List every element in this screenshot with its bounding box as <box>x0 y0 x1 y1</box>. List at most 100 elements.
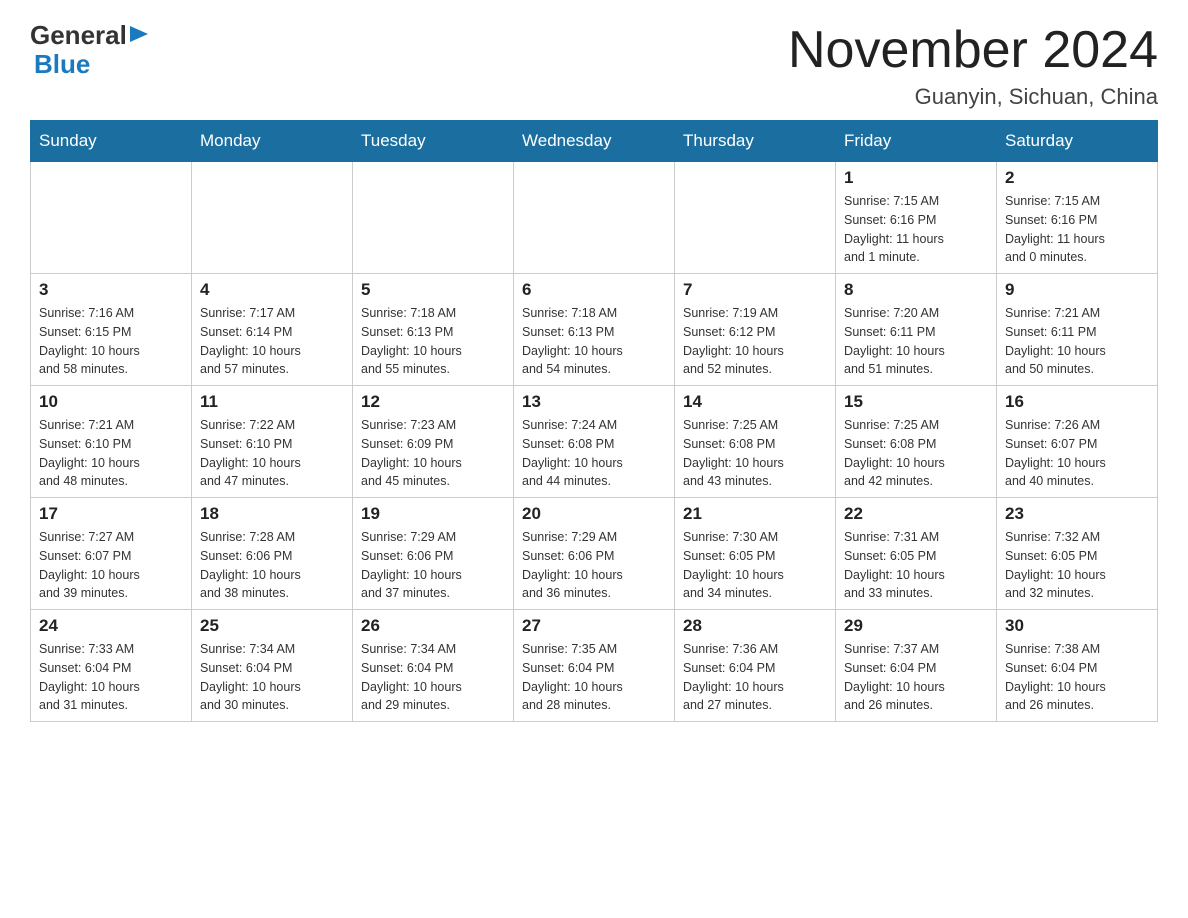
day-header-thursday: Thursday <box>675 121 836 162</box>
calendar-cell: 10Sunrise: 7:21 AM Sunset: 6:10 PM Dayli… <box>31 386 192 498</box>
location-subtitle: Guanyin, Sichuan, China <box>788 84 1158 110</box>
calendar-cell: 22 Sunrise: 7:31 AM Sunset: 6:05 PM Dayli… <box>836 498 997 610</box>
day-info: Sunrise: 7:25 AM Sunset: 6:08 PM Dayligh… <box>844 416 988 491</box>
day-number: 19 <box>361 504 505 524</box>
calendar-cell: 13 Sunrise: 7:24 AM Sunset: 6:08 PM Dayli… <box>514 386 675 498</box>
day-info: Sunrise: 7:36 AM Sunset: 6:04 PM Dayligh… <box>683 640 827 715</box>
day-info: Sunrise: 7:16 AM Sunset: 6:15 PM Dayligh… <box>39 304 183 379</box>
calendar-cell <box>192 162 353 274</box>
calendar-cell <box>675 162 836 274</box>
day-number: 24 <box>39 616 183 636</box>
day-number: 3 <box>39 280 183 300</box>
day-number: 30 <box>1005 616 1149 636</box>
calendar-cell: 20 Sunrise: 7:29 AM Sunset: 6:06 PM Dayli… <box>514 498 675 610</box>
calendar-cell: 4Sunrise: 7:17 AM Sunset: 6:14 PM Daylig… <box>192 274 353 386</box>
calendar-cell: 9 Sunrise: 7:21 AM Sunset: 6:11 PM Daylig… <box>997 274 1158 386</box>
day-info: Sunrise: 7:26 AM Sunset: 6:07 PM Dayligh… <box>1005 416 1149 491</box>
calendar-cell: 28 Sunrise: 7:36 AM Sunset: 6:04 PM Dayli… <box>675 610 836 722</box>
day-info: Sunrise: 7:18 AM Sunset: 6:13 PM Dayligh… <box>522 304 666 379</box>
day-info: Sunrise: 7:23 AM Sunset: 6:09 PM Dayligh… <box>361 416 505 491</box>
day-info: Sunrise: 7:35 AM Sunset: 6:04 PM Dayligh… <box>522 640 666 715</box>
day-header-tuesday: Tuesday <box>353 121 514 162</box>
calendar-cell: 21 Sunrise: 7:30 AM Sunset: 6:05 PM Dayli… <box>675 498 836 610</box>
week-row-4: 17 Sunrise: 7:27 AM Sunset: 6:07 PM Dayli… <box>31 498 1158 610</box>
day-info: Sunrise: 7:31 AM Sunset: 6:05 PM Dayligh… <box>844 528 988 603</box>
day-info: Sunrise: 7:15 AM Sunset: 6:16 PM Dayligh… <box>844 192 988 267</box>
logo-line2: Blue <box>30 49 90 80</box>
calendar-cell: 23 Sunrise: 7:32 AM Sunset: 6:05 PM Dayli… <box>997 498 1158 610</box>
week-row-1: 1Sunrise: 7:15 AM Sunset: 6:16 PM Daylig… <box>31 162 1158 274</box>
calendar-cell: 1Sunrise: 7:15 AM Sunset: 6:16 PM Daylig… <box>836 162 997 274</box>
day-info: Sunrise: 7:22 AM Sunset: 6:10 PM Dayligh… <box>200 416 344 491</box>
page-header: General Blue November 2024 Guanyin, Sich… <box>30 20 1158 110</box>
day-number: 28 <box>683 616 827 636</box>
day-number: 8 <box>844 280 988 300</box>
calendar-cell: 3 Sunrise: 7:16 AM Sunset: 6:15 PM Daylig… <box>31 274 192 386</box>
day-info: Sunrise: 7:29 AM Sunset: 6:06 PM Dayligh… <box>522 528 666 603</box>
day-number: 2 <box>1005 168 1149 188</box>
calendar-cell: 29Sunrise: 7:37 AM Sunset: 6:04 PM Dayli… <box>836 610 997 722</box>
day-header-saturday: Saturday <box>997 121 1158 162</box>
day-number: 11 <box>200 392 344 412</box>
day-info: Sunrise: 7:34 AM Sunset: 6:04 PM Dayligh… <box>200 640 344 715</box>
day-number: 16 <box>1005 392 1149 412</box>
day-info: Sunrise: 7:20 AM Sunset: 6:11 PM Dayligh… <box>844 304 988 379</box>
day-info: Sunrise: 7:32 AM Sunset: 6:05 PM Dayligh… <box>1005 528 1149 603</box>
calendar-cell <box>514 162 675 274</box>
day-info: Sunrise: 7:25 AM Sunset: 6:08 PM Dayligh… <box>683 416 827 491</box>
day-number: 27 <box>522 616 666 636</box>
day-number: 18 <box>200 504 344 524</box>
day-number: 17 <box>39 504 183 524</box>
day-number: 21 <box>683 504 827 524</box>
week-row-2: 3 Sunrise: 7:16 AM Sunset: 6:15 PM Daylig… <box>31 274 1158 386</box>
calendar-cell: 2Sunrise: 7:15 AM Sunset: 6:16 PM Daylig… <box>997 162 1158 274</box>
day-number: 26 <box>361 616 505 636</box>
day-info: Sunrise: 7:21 AM Sunset: 6:11 PM Dayligh… <box>1005 304 1149 379</box>
day-number: 20 <box>522 504 666 524</box>
calendar-cell: 27 Sunrise: 7:35 AM Sunset: 6:04 PM Dayli… <box>514 610 675 722</box>
day-info: Sunrise: 7:30 AM Sunset: 6:05 PM Dayligh… <box>683 528 827 603</box>
calendar-cell: 24Sunrise: 7:33 AM Sunset: 6:04 PM Dayli… <box>31 610 192 722</box>
day-number: 7 <box>683 280 827 300</box>
day-number: 22 <box>844 504 988 524</box>
day-info: Sunrise: 7:28 AM Sunset: 6:06 PM Dayligh… <box>200 528 344 603</box>
calendar-cell: 5 Sunrise: 7:18 AM Sunset: 6:13 PM Daylig… <box>353 274 514 386</box>
logo-blue-word: Blue <box>34 49 90 80</box>
calendar-cell: 26 Sunrise: 7:34 AM Sunset: 6:04 PM Dayli… <box>353 610 514 722</box>
month-title: November 2024 <box>788 20 1158 80</box>
day-header-friday: Friday <box>836 121 997 162</box>
day-info: Sunrise: 7:34 AM Sunset: 6:04 PM Dayligh… <box>361 640 505 715</box>
day-number: 23 <box>1005 504 1149 524</box>
calendar-cell: 15Sunrise: 7:25 AM Sunset: 6:08 PM Dayli… <box>836 386 997 498</box>
day-info: Sunrise: 7:24 AM Sunset: 6:08 PM Dayligh… <box>522 416 666 491</box>
logo: General Blue <box>30 20 148 80</box>
calendar-cell: 11 Sunrise: 7:22 AM Sunset: 6:10 PM Dayli… <box>192 386 353 498</box>
day-number: 13 <box>522 392 666 412</box>
day-number: 12 <box>361 392 505 412</box>
calendar-cell: 16 Sunrise: 7:26 AM Sunset: 6:07 PM Dayli… <box>997 386 1158 498</box>
day-number: 4 <box>200 280 344 300</box>
calendar-cell: 19Sunrise: 7:29 AM Sunset: 6:06 PM Dayli… <box>353 498 514 610</box>
calendar-cell: 30Sunrise: 7:38 AM Sunset: 6:04 PM Dayli… <box>997 610 1158 722</box>
calendar-cell: 6 Sunrise: 7:18 AM Sunset: 6:13 PM Daylig… <box>514 274 675 386</box>
calendar-cell: 25 Sunrise: 7:34 AM Sunset: 6:04 PM Dayli… <box>192 610 353 722</box>
day-info: Sunrise: 7:18 AM Sunset: 6:13 PM Dayligh… <box>361 304 505 379</box>
day-number: 9 <box>1005 280 1149 300</box>
calendar-cell <box>31 162 192 274</box>
calendar-cell: 14 Sunrise: 7:25 AM Sunset: 6:08 PM Dayli… <box>675 386 836 498</box>
day-header-sunday: Sunday <box>31 121 192 162</box>
logo-general-word: General <box>30 20 127 51</box>
day-number: 5 <box>361 280 505 300</box>
calendar-cell: 17 Sunrise: 7:27 AM Sunset: 6:07 PM Dayli… <box>31 498 192 610</box>
logo-general-text: General <box>30 20 148 51</box>
day-header-wednesday: Wednesday <box>514 121 675 162</box>
calendar-cell: 12 Sunrise: 7:23 AM Sunset: 6:09 PM Dayli… <box>353 386 514 498</box>
calendar-cell: 8 Sunrise: 7:20 AM Sunset: 6:11 PM Daylig… <box>836 274 997 386</box>
day-header-monday: Monday <box>192 121 353 162</box>
day-number: 14 <box>683 392 827 412</box>
day-number: 6 <box>522 280 666 300</box>
day-info: Sunrise: 7:27 AM Sunset: 6:07 PM Dayligh… <box>39 528 183 603</box>
day-number: 25 <box>200 616 344 636</box>
day-number: 10 <box>39 392 183 412</box>
title-section: November 2024 Guanyin, Sichuan, China <box>788 20 1158 110</box>
